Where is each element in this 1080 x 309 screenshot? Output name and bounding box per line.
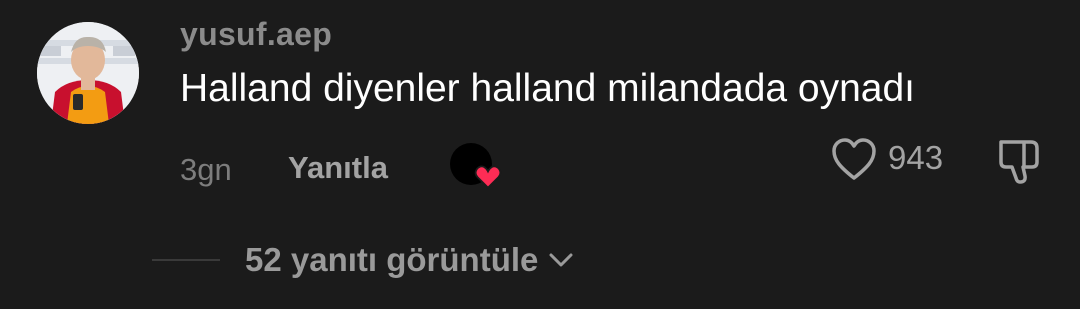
creator-liked-badge [450, 143, 502, 189]
heart-outline-icon[interactable] [830, 136, 878, 182]
thumbs-down-icon[interactable] [993, 136, 1043, 186]
like-count: 943 [888, 139, 944, 176]
view-replies-label: 52 yanıtı görüntüle [245, 241, 539, 278]
view-replies-button[interactable]: 52 yanıtı görüntüle [245, 240, 574, 280]
comment-text: Halland diyenler halland milandada oynad… [180, 67, 916, 110]
comment-timestamp: 3gn [180, 152, 232, 187]
replies-divider [152, 259, 220, 261]
avatar[interactable] [37, 22, 139, 124]
comment-username[interactable]: yusuf.aep [180, 14, 332, 54]
heart-icon [474, 165, 502, 189]
reply-button[interactable]: Yanıtla [288, 148, 388, 188]
chevron-down-icon [549, 253, 573, 267]
